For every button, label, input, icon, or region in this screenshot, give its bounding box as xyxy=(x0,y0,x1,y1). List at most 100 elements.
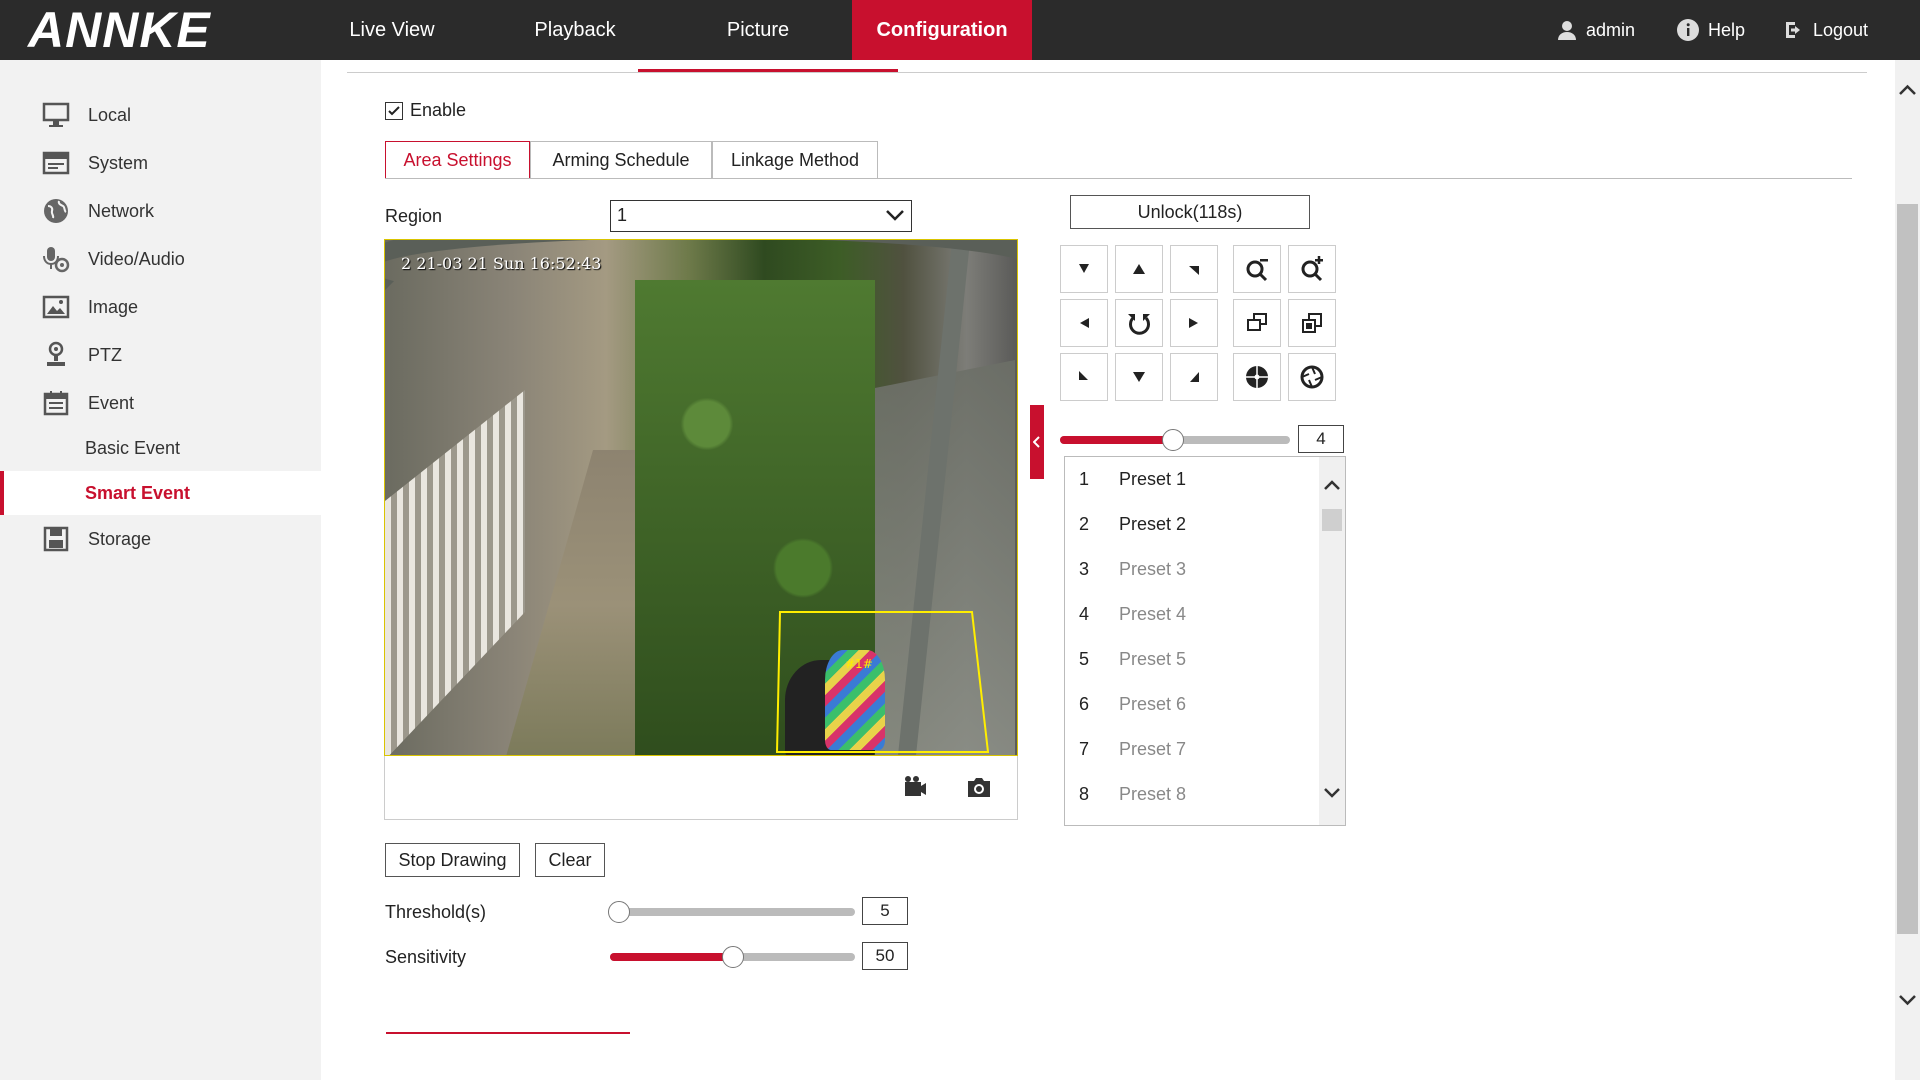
sidebar-item-network[interactable]: Network xyxy=(0,189,321,233)
clear-button[interactable]: Clear xyxy=(535,843,605,877)
live-video-preview[interactable]: #1# 2 21-03 21 Sun 16:52:43 xyxy=(384,239,1018,756)
threshold-value-field[interactable]: 5 xyxy=(862,897,908,925)
sidebar-subitem-basic-event[interactable]: Basic Event xyxy=(0,426,321,470)
chevron-up-icon[interactable] xyxy=(1324,479,1340,491)
ptz-up-right-button[interactable] xyxy=(1170,245,1218,293)
top-header: ANNKE Live View Playback Picture Configu… xyxy=(0,0,1920,60)
ptz-down-right-button[interactable] xyxy=(1170,353,1218,401)
user-menu[interactable]: admin xyxy=(1556,0,1635,60)
nav-picture[interactable]: Picture xyxy=(688,0,828,60)
ptz-right-button[interactable] xyxy=(1170,299,1218,347)
sidebar-subitem-smart-event[interactable]: Smart Event xyxy=(0,471,321,515)
globe-icon xyxy=(44,199,68,223)
sidebar-item-ptz[interactable]: PTZ xyxy=(0,333,321,377)
zoom-in-button[interactable] xyxy=(1288,245,1336,293)
sidebar-item-local[interactable]: Local xyxy=(0,93,321,137)
preset-number: 6 xyxy=(1079,694,1090,714)
preset-item-5[interactable]: 5 Preset 5 xyxy=(1065,637,1320,682)
preset-number: 7 xyxy=(1079,739,1090,759)
ptz-up-left-button[interactable] xyxy=(1060,245,1108,293)
ptz-unlock-button[interactable]: Unlock(118s) xyxy=(1070,195,1310,229)
chevron-up-icon[interactable] xyxy=(1899,84,1916,96)
tab-linkage-method[interactable]: Linkage Method xyxy=(712,141,878,179)
preset-list-scroll-thumb[interactable] xyxy=(1322,509,1342,531)
logout-link[interactable]: Logout xyxy=(1783,0,1868,60)
stop-drawing-button[interactable]: Stop Drawing xyxy=(385,843,520,877)
storage-icon xyxy=(43,526,69,552)
preset-item-7[interactable]: 7 Preset 7 xyxy=(1065,727,1320,772)
preset-item-8[interactable]: 8 Preset 8 xyxy=(1065,772,1320,817)
arrow-down-left-icon xyxy=(1079,264,1089,273)
region-select[interactable]: 1 xyxy=(610,200,912,232)
preset-label: Preset 8 xyxy=(1119,784,1187,804)
info-icon xyxy=(1677,19,1699,41)
tab-area-settings[interactable]: Area Settings xyxy=(385,141,530,179)
sidebar-item-event[interactable]: Event xyxy=(0,381,321,425)
ptz-speed-value[interactable]: 4 xyxy=(1298,425,1344,453)
image-icon xyxy=(42,295,70,319)
ptz-up-button[interactable] xyxy=(1115,245,1163,293)
page-scroll-thumb[interactable] xyxy=(1897,204,1918,934)
ptz-icon xyxy=(47,341,65,366)
iris-open-icon xyxy=(1246,366,1268,388)
ptz-auto-button[interactable] xyxy=(1115,299,1163,347)
enable-checkbox[interactable] xyxy=(385,102,403,120)
sidebar-item-storage[interactable]: Storage xyxy=(0,517,321,561)
preset-label: Preset 6 xyxy=(1119,694,1187,714)
enable-label: Enable xyxy=(410,100,467,120)
content-bottom-accent xyxy=(386,1032,630,1034)
page-scrollbar[interactable] xyxy=(1895,60,1920,1080)
user-icon xyxy=(1558,21,1576,40)
camera-snapshot-icon[interactable] xyxy=(965,774,993,800)
preset-list-scrollbar[interactable] xyxy=(1319,457,1345,825)
focus-near-icon xyxy=(1247,313,1267,331)
ptz-down-left-button[interactable] xyxy=(1060,353,1108,401)
chevron-down-icon[interactable] xyxy=(1899,994,1916,1006)
threshold-slider-handle[interactable] xyxy=(608,901,630,923)
sidebar-item-video-audio[interactable]: Video/Audio xyxy=(0,237,321,281)
sidebar-item-system[interactable]: System xyxy=(0,141,321,185)
preset-item-2[interactable]: 2 Preset 2 xyxy=(1065,502,1320,547)
arrow-left-icon xyxy=(1080,318,1089,328)
content-top-accent xyxy=(638,69,898,72)
preset-item-4[interactable]: 4 Preset 4 xyxy=(1065,592,1320,637)
iris-open-button[interactable] xyxy=(1233,353,1281,401)
ptz-speed-slider-handle[interactable] xyxy=(1162,429,1184,451)
sensitivity-label: Sensitivity xyxy=(385,947,467,967)
focus-near-button[interactable] xyxy=(1233,299,1281,347)
sidebar: Local System Network Video/Audio Image P… xyxy=(0,60,321,1080)
sensitivity-value-field[interactable]: 50 xyxy=(862,942,908,970)
preset-number: 8 xyxy=(1079,784,1090,804)
nav-playback[interactable]: Playback xyxy=(505,0,645,60)
sensitivity-slider[interactable] xyxy=(610,946,855,968)
preset-label: Preset 3 xyxy=(1119,559,1187,579)
arrow-right-icon xyxy=(1189,318,1198,328)
ptz-left-button[interactable] xyxy=(1060,299,1108,347)
nav-configuration[interactable]: Configuration xyxy=(852,0,1032,60)
video-toolbar xyxy=(384,756,1018,820)
preset-item-3[interactable]: 3 Preset 3 xyxy=(1065,547,1320,592)
iris-close-button[interactable] xyxy=(1288,353,1336,401)
threshold-slider[interactable] xyxy=(608,901,855,923)
tab-arming-schedule[interactable]: Arming Schedule xyxy=(530,141,712,179)
sidebar-item-image[interactable]: Image xyxy=(0,285,321,329)
ptz-down-button[interactable] xyxy=(1115,353,1163,401)
video-osd-timestamp: 2 21-03 21 Sun 16:52:43 xyxy=(401,254,602,273)
preset-item-1[interactable]: 1 Preset 1 xyxy=(1065,457,1320,502)
focus-far-button[interactable] xyxy=(1288,299,1336,347)
ptz-speed-slider[interactable] xyxy=(1060,429,1290,451)
help-label: Help xyxy=(1708,20,1746,40)
chevron-down-icon[interactable] xyxy=(1324,787,1340,799)
preset-number: 5 xyxy=(1079,649,1090,669)
preset-label: Preset 1 xyxy=(1119,469,1187,489)
preset-item-6[interactable]: 6 Preset 6 xyxy=(1065,682,1320,727)
sensitivity-slider-handle[interactable] xyxy=(722,946,744,968)
preset-number: 4 xyxy=(1079,604,1090,624)
record-icon[interactable] xyxy=(899,774,927,800)
zoom-out-button[interactable] xyxy=(1233,245,1281,293)
detection-region-overlay[interactable]: #1# xyxy=(385,240,1018,756)
panel-collapse-handle[interactable] xyxy=(1030,405,1044,479)
focus-far-icon xyxy=(1302,313,1322,333)
nav-live-view[interactable]: Live View xyxy=(322,0,462,60)
help-link[interactable]: Help xyxy=(1676,0,1745,60)
